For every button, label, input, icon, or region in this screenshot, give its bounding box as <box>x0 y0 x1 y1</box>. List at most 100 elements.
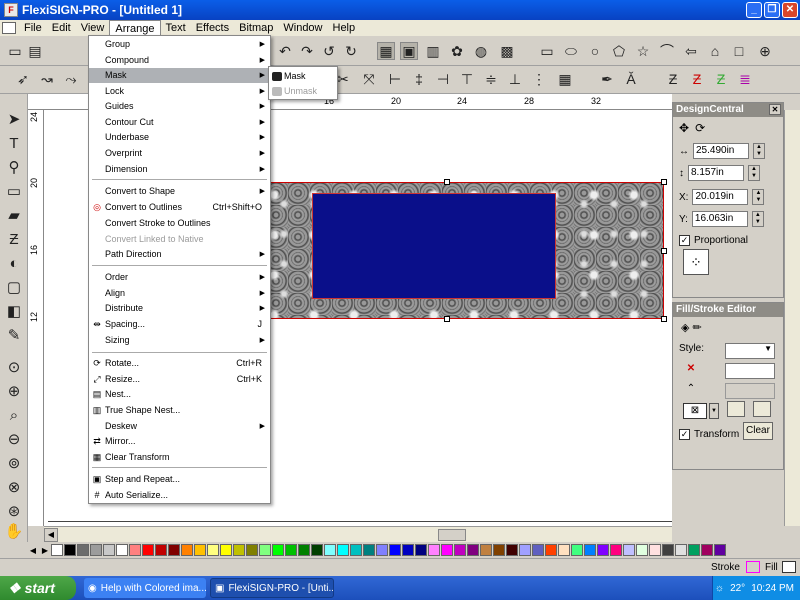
color-swatch[interactable] <box>558 544 570 556</box>
menu-item-rotate[interactable]: ⟳ Rotate... Ctrl+R <box>89 356 270 371</box>
menu-text[interactable]: Text <box>161 20 191 36</box>
color-swatch[interactable] <box>324 544 336 556</box>
document-icon[interactable] <box>2 22 16 34</box>
new-file-icon[interactable]: ▭ <box>6 42 24 60</box>
color-swatch[interactable] <box>532 544 544 556</box>
task-button-flexisign[interactable]: ▣ FlexiSIGN-PRO - [Unti... <box>210 578 334 598</box>
menu-edit[interactable]: Edit <box>47 20 76 36</box>
arrow-shape-icon[interactable]: ⇦ <box>682 42 700 60</box>
effect-z3-icon[interactable]: Ƶ <box>712 70 730 88</box>
color-swatch[interactable] <box>454 544 466 556</box>
align-left-icon[interactable]: ⊢ <box>386 70 404 88</box>
clock[interactable]: 10:24 PM <box>751 583 794 594</box>
knife-icon[interactable]: ⤧ <box>360 70 378 88</box>
selection-handle[interactable] <box>444 316 450 322</box>
small-button-2[interactable] <box>753 401 771 417</box>
color-swatch[interactable] <box>519 544 531 556</box>
color-swatch[interactable] <box>363 544 375 556</box>
height-spinner[interactable]: ▲ ▼ <box>748 165 760 181</box>
palette-icon[interactable]: ✿ <box>448 42 466 60</box>
color-swatch[interactable] <box>467 544 479 556</box>
color-swatch[interactable] <box>51 544 63 556</box>
preview-icon[interactable]: ▣ <box>400 42 418 60</box>
align-top-icon[interactable]: ⊤ <box>458 70 476 88</box>
arc-tool-icon[interactable]: ⌒ <box>658 42 676 60</box>
swatch-dropdown-icon[interactable]: ▼ <box>709 403 719 419</box>
menu-effects[interactable]: Effects <box>191 20 234 36</box>
align-right-icon[interactable]: ⊣ <box>434 70 452 88</box>
menu-item-mirror[interactable]: ⇄ Mirror... <box>89 434 270 449</box>
color-swatch[interactable] <box>181 544 193 556</box>
text-tool-icon[interactable]: Ǎ <box>622 70 640 88</box>
start-button[interactable]: ❖ start <box>0 576 76 600</box>
color-swatch[interactable] <box>623 544 635 556</box>
pen-tool-icon[interactable]: ✒ <box>598 70 616 88</box>
menu-item-distribute[interactable]: Distribute ▶ <box>89 301 270 316</box>
proportional-checkbox[interactable]: ✓ <box>679 235 690 246</box>
color-swatch[interactable] <box>155 544 167 556</box>
color-swatch[interactable] <box>246 544 258 556</box>
color-swatch[interactable] <box>415 544 427 556</box>
pencil-icon[interactable]: ✏ <box>693 322 702 334</box>
frame-icon[interactable]: ▢ <box>4 278 24 298</box>
color-swatch[interactable] <box>285 544 297 556</box>
rectangle-icon[interactable]: ▭ <box>4 182 24 202</box>
menu-arrange[interactable]: Arrange <box>109 20 161 36</box>
no-fill-icon[interactable]: ✕ <box>679 363 703 374</box>
color-swatch[interactable] <box>142 544 154 556</box>
color-swatch[interactable] <box>688 544 700 556</box>
menu-item-convert-stroke-to-outlines[interactable]: Convert Stroke to Outlines <box>89 216 270 231</box>
menu-item-resize[interactable]: ⤢ Resize... Ctrl+K <box>89 372 270 387</box>
width-spinner[interactable]: ▲ ▼ <box>753 143 765 159</box>
ellipse-tool-icon[interactable]: ⬭ <box>562 42 580 60</box>
color-swatch[interactable] <box>337 544 349 556</box>
color-swatch[interactable] <box>675 544 687 556</box>
color-swatch[interactable] <box>545 544 557 556</box>
layout-icon[interactable]: ▥ <box>424 42 442 60</box>
task-button-browser[interactable]: ◉ Help with Colored ima... <box>84 578 206 598</box>
fill-color-box[interactable] <box>782 561 796 573</box>
restore-button[interactable]: ❐ <box>764 2 780 18</box>
y-spinner[interactable]: ▲ ▼ <box>751 211 764 227</box>
close-panel-icon[interactable]: ✕ <box>769 104 781 115</box>
house-shape-icon[interactable]: ⌂ <box>706 42 724 60</box>
align-bottom-icon[interactable]: ⊥ <box>506 70 524 88</box>
color-swatch[interactable] <box>311 544 323 556</box>
square-tool-icon[interactable]: □ <box>730 42 748 60</box>
menu-item-auto-serialize[interactable]: # Auto Serialize... <box>89 488 270 503</box>
zoom-selection-icon[interactable]: ⊗ <box>4 478 24 498</box>
selection-handle[interactable] <box>661 248 667 254</box>
polygon-tool-icon[interactable]: ⬠ <box>610 42 628 60</box>
menu-item-underbase[interactable]: Underbase ▶ <box>89 130 270 145</box>
color-swatch[interactable] <box>571 544 583 556</box>
selection-handle[interactable] <box>444 179 450 185</box>
color-swatch[interactable] <box>597 544 609 556</box>
vertical-scrollbar[interactable] <box>784 110 800 526</box>
brush-icon[interactable]: ◐ <box>4 254 24 274</box>
color-swatch[interactable] <box>272 544 284 556</box>
color-swatch[interactable] <box>493 544 505 556</box>
fill-bucket-icon[interactable]: ◈ <box>681 322 689 334</box>
menu-item-compound[interactable]: Compound ▶ <box>89 53 270 68</box>
menu-item-group[interactable]: Group ▶ <box>89 37 270 52</box>
menu-item-sizing[interactable]: Sizing ▶ <box>89 333 270 348</box>
color-swatch[interactable] <box>649 544 661 556</box>
zoom-in-icon[interactable]: ⊕ <box>4 382 24 402</box>
color-swatch[interactable] <box>194 544 206 556</box>
color-swatch[interactable] <box>350 544 362 556</box>
palette-scroll-right-icon[interactable]: ▶ <box>39 546 51 555</box>
color-swatch[interactable] <box>64 544 76 556</box>
minimize-button[interactable]: _ <box>746 2 762 18</box>
redo-icon[interactable]: ↷ <box>298 42 316 60</box>
x-spinner[interactable]: ▲ ▼ <box>752 189 765 205</box>
color-swatch[interactable] <box>207 544 219 556</box>
color-swatch[interactable] <box>389 544 401 556</box>
color-swatch[interactable] <box>506 544 518 556</box>
color-swatch[interactable] <box>662 544 674 556</box>
y-field[interactable]: 16.063in <box>691 211 748 227</box>
weather-icon[interactable]: ☼ <box>715 583 724 594</box>
zoom-page-icon[interactable]: ⌕ <box>4 406 24 426</box>
color-swatch[interactable] <box>233 544 245 556</box>
effect-z2-icon[interactable]: Ƶ <box>688 70 706 88</box>
menu-item-guides[interactable]: Guides ▶ <box>89 99 270 114</box>
